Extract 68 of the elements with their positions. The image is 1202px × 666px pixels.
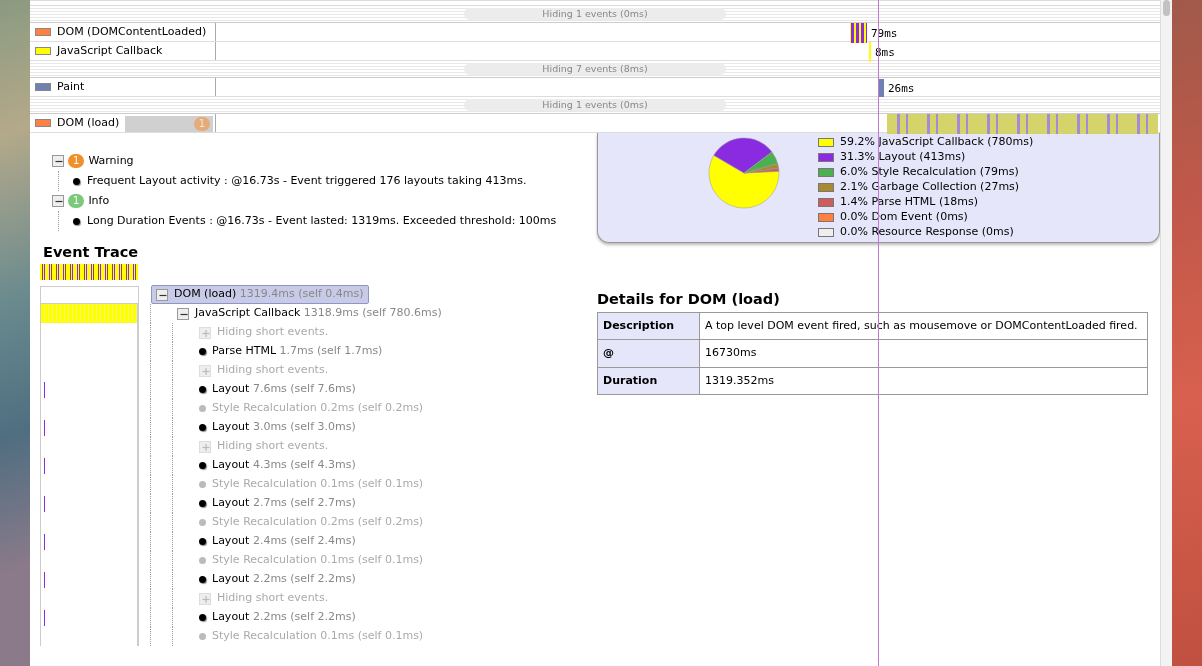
bullet-icon [199,576,206,583]
tree-node[interactable]: Layout 2.2ms (self 2.2ms) [195,570,360,589]
tree-node[interactable]: Layout 7.6ms (self 7.6ms) [195,380,360,399]
bullet-icon [199,348,206,355]
notice-text: Long Duration Events : @16.73s - Event lasted: 1319ms. Exceeded threshold: 100ms [87,212,557,229]
hidden-events-label: Hiding short events. [217,324,329,341]
table-cell: 16730ms [699,339,1148,368]
notice-title: Warning [88,152,134,169]
bullet-icon [199,614,206,621]
bullet-icon [199,462,206,469]
collapse-icon[interactable] [177,307,189,320]
table-cell: 1319.352ms [699,367,1148,395]
bullet-icon [199,405,206,412]
notice-title: Info [88,192,110,209]
bullet-icon [199,538,206,545]
legend-label: 0.0% Resource Response (0ms) [840,224,1014,241]
event-type-label: Paint [57,78,85,95]
table-cell: @ [597,339,700,368]
count-badge: 1 [68,154,85,168]
hidden-events-label: Hiding short events. [217,362,329,379]
count-badge: 1 [68,194,85,208]
expand-icon[interactable] [199,592,211,605]
collapse-icon[interactable] [52,155,64,167]
tree-node[interactable]: Layout 4.3ms (self 4.3ms) [195,456,360,475]
table-cell: Description [597,312,700,340]
tree-node[interactable]: Layout 2.7ms (self 2.7ms) [195,494,360,513]
tree-node[interactable]: Layout 3.0ms (self 3.0ms) [195,418,360,437]
event-bar [850,23,867,43]
legend-label: 2.1% Garbage Collection (27ms) [840,179,1020,196]
bullet-icon [199,557,206,564]
tree-node[interactable]: Layout 2.2ms (self 2.2ms) [195,608,360,627]
tree-node[interactable]: Layout 2.4ms (self 2.4ms) [195,532,360,551]
legend-label: 31.3% Layout (413ms) [840,149,966,166]
count-badge: 1 [193,117,210,131]
hidden-events-label: Hiding short events. [217,590,329,607]
bullet-icon [199,500,206,507]
event-type-label: DOM (load) [57,114,120,131]
tree-node[interactable]: Parse HTML 1.7ms (self 1.7ms) [195,342,387,361]
filter-field[interactable] [40,286,139,304]
tree-node[interactable]: JavaScript Callback 1318.9ms (self 780.6ms) [173,304,446,323]
section-heading: Event Trace [43,243,140,261]
event-type-label: JavaScript Callback [57,42,163,59]
bullet-icon [199,519,206,526]
tree-node[interactable]: DOM (load) 1319.4ms (self 0.4ms) [151,285,369,304]
bullet-icon [199,424,206,431]
expand-icon[interactable] [199,440,211,453]
bullet-icon [199,386,206,393]
section-heading: Details for DOM (load) [597,290,781,309]
event-bar [879,79,884,97]
table-cell: A top level DOM event fired, such as mousemove or DOMContentLoaded fired. [699,312,1148,340]
expand-icon[interactable] [199,364,211,377]
event-type-label: DOM (DOMContentLoaded) [57,23,207,40]
bullet-icon [199,633,206,640]
collapse-icon[interactable] [52,195,64,207]
duration-label: 79ms [871,26,898,42]
bullet-icon [199,481,206,488]
expand-icon[interactable] [199,326,211,339]
legend-label: 6.0% Style Recalculation (79ms) [840,164,1019,181]
notice-text: Frequent Layout activity : @16.73s - Event triggered 176 layouts taking 413ms. [87,172,527,189]
table-cell: Duration [597,367,700,395]
scrollbar-thumb[interactable] [1163,0,1170,16]
legend-label: 1.4% Parse HTML (18ms) [840,194,978,211]
bullet-icon [73,177,80,185]
duration-label: 26ms [888,81,915,97]
legend-label: 59.2% JavaScript Callback (780ms) [840,134,1034,151]
bullet-icon [73,217,80,225]
hidden-events-label: Hiding short events. [217,438,329,455]
collapse-icon[interactable] [156,288,168,301]
